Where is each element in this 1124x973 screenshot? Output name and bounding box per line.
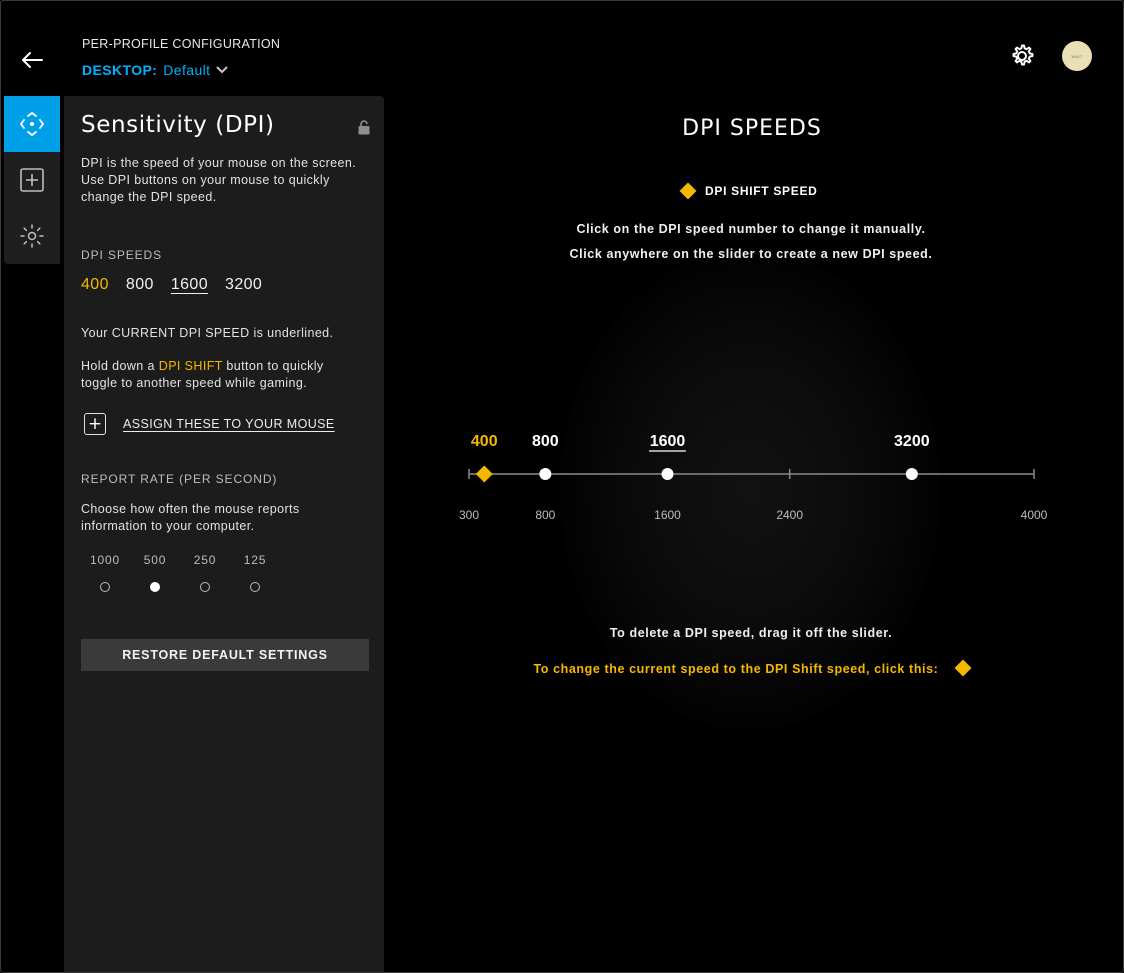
- slider-tick-label: 4000: [1021, 508, 1048, 522]
- chevron-down-icon: [216, 66, 228, 74]
- lighting-icon: [20, 224, 44, 248]
- dpi-shift-legend: DPI SHIFT SPEED: [679, 182, 818, 200]
- rate-label: 1000: [90, 553, 120, 567]
- dpi-speed-400[interactable]: 400: [81, 276, 109, 294]
- slider-tick-label: 800: [535, 508, 555, 522]
- dpi-speed-1600[interactable]: 1600: [171, 276, 208, 294]
- rate-label: 500: [143, 553, 167, 567]
- panel-title: Sensitivity (DPI): [81, 112, 275, 138]
- restore-defaults-button[interactable]: RESTORE DEFAULT SETTINGS: [81, 639, 369, 671]
- report-rate-125[interactable]: 125: [230, 553, 280, 592]
- dpi-speed-3200[interactable]: 3200: [225, 276, 262, 294]
- dpi-speeds-heading: DPI SPEEDS: [682, 116, 822, 141]
- report-rate-label: REPORT RATE (PER SECOND): [81, 472, 278, 486]
- report-rate-250[interactable]: 250: [180, 553, 230, 592]
- dpi-shift-diamond-icon: [954, 659, 972, 677]
- slider-tick-label: 300: [459, 508, 479, 522]
- rate-label: 250: [193, 553, 217, 567]
- dpi-speeds-label: DPI SPEEDS: [81, 248, 163, 262]
- set-shift-speed-button[interactable]: [954, 659, 972, 677]
- instruction-create: Click anywhere on the slider to create a…: [569, 247, 933, 261]
- feature-rail: [4, 96, 60, 264]
- dpi-speed-list: 400 800 1600 3200: [81, 276, 262, 294]
- avatar-text: WALT: [1071, 53, 1083, 59]
- dpi-shift-diamond-icon: [679, 182, 697, 200]
- back-button[interactable]: [18, 46, 46, 74]
- assign-label: ASSIGN THESE TO YOUR MOUSE: [123, 417, 335, 431]
- rail-item-lighting[interactable]: [4, 208, 60, 264]
- mouse-silhouette-background: [560, 250, 940, 730]
- report-rate-1000[interactable]: 1000: [80, 553, 130, 592]
- dpi-sensitivity-icon: [20, 112, 44, 136]
- profile-name: Default: [163, 62, 211, 78]
- legend-label: DPI SHIFT SPEED: [705, 184, 818, 198]
- radio-button[interactable]: [100, 582, 110, 592]
- radio-button-selected[interactable]: [150, 582, 160, 592]
- shift-note-highlight: DPI SHIFT: [158, 359, 223, 373]
- rail-item-assignments[interactable]: [4, 152, 60, 208]
- shift-speed-note: To change the current speed to the DPI S…: [450, 659, 1052, 677]
- current-speed-note: Your CURRENT DPI SPEED is underlined.: [81, 326, 334, 340]
- dpi-speed-value-label[interactable]: 400: [471, 433, 498, 450]
- rate-label: 125: [243, 553, 267, 567]
- delete-note: To delete a DPI speed, drag it off the s…: [609, 626, 893, 640]
- assign-to-mouse-link[interactable]: + ASSIGN THESE TO YOUR MOUSE: [84, 413, 335, 435]
- settings-gear-icon[interactable]: [1008, 42, 1036, 70]
- user-avatar[interactable]: WALT: [1062, 41, 1092, 71]
- shift-note-pre: Hold down a: [81, 359, 159, 373]
- panel-description: DPI is the speed of your mouse on the sc…: [81, 156, 357, 204]
- add-assignment-icon: [20, 168, 44, 192]
- profile-selector[interactable]: DESKTOP: Default: [82, 62, 228, 78]
- dpi-speed-handle[interactable]: [539, 468, 552, 480]
- dpi-shift-handle[interactable]: [475, 465, 493, 483]
- dpi-speed-value-label[interactable]: 800: [532, 433, 559, 450]
- shift-speed-note-text: To change the current speed to the DPI S…: [533, 662, 939, 676]
- sensitivity-panel: Sensitivity (DPI) DPI is the speed of yo…: [64, 96, 384, 973]
- report-rate-description: Choose how often the mouse reports infor…: [81, 502, 300, 533]
- lock-icon[interactable]: [358, 120, 370, 135]
- report-rate-500[interactable]: 500: [130, 553, 180, 592]
- arrow-left-icon: [22, 52, 43, 68]
- rail-item-dpi[interactable]: [4, 96, 60, 152]
- page-title: PER-PROFILE CONFIGURATION: [82, 37, 281, 51]
- profile-kind: DESKTOP:: [82, 62, 158, 78]
- dpi-shift-note: Hold down a DPI SHIFT button to quickly …: [81, 358, 361, 392]
- report-rate-options: 1000 500 250 125: [80, 553, 280, 592]
- radio-button[interactable]: [200, 582, 210, 592]
- radio-button[interactable]: [250, 582, 260, 592]
- instruction-edit: Click on the DPI speed number to change …: [576, 222, 926, 236]
- plus-box-icon: +: [84, 413, 106, 435]
- dpi-speed-800[interactable]: 800: [126, 276, 154, 294]
